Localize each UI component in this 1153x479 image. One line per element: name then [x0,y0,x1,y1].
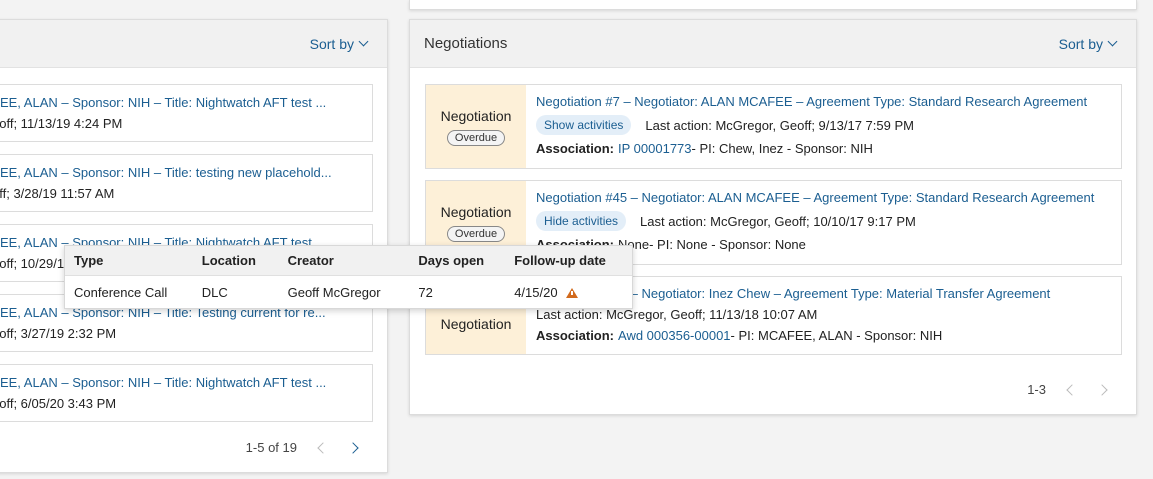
list-item[interactable]: FEE, ALAN – Sponsor: NIH – Title: Nightw… [0,364,373,422]
header-follow-up-date: Follow-up date [514,253,606,268]
status-badge: Overdue [446,225,506,242]
association-link[interactable]: IP 00001773 [618,141,692,156]
item-meta: off; 3/28/19 11:57 AM [0,186,115,201]
status-column: Negotiation Overdue [426,85,526,168]
negotiations-header: Negotiations Sort by [410,20,1136,68]
cell-creator: Geoff McGregor [287,285,381,300]
cell-days-open: 72 [418,285,433,300]
negotiation-card: Negotiation Overdue Negotiation #7 – Neg… [425,84,1122,169]
chevron-right-icon[interactable] [347,441,359,454]
card-body: Negotiation #7 – Negotiator: ALAN MCAFEE… [526,85,1121,168]
negotiations-panel: Negotiations Sort by Negotiation Overdue… [409,19,1137,415]
last-action: Last action: McGregor, Geoff; 9/13/17 7:… [645,117,914,133]
pagination-range: 1-5 of 19 [245,440,297,455]
activity-row: Last action: McGregor, Geoff; 11/13/18 1… [536,307,1111,322]
activity-row: Show activities Last action: McGregor, G… [536,115,1111,135]
association-details: - PI: MCAFEE, ALAN - Sponsor: NIH [730,328,943,343]
item-meta: eoff; 11/13/19 4:24 PM [0,116,123,131]
left-sort-by-button[interactable]: Sort by [309,35,369,52]
cell-type: Conference Call [74,285,168,300]
status-label: Negotiation [440,316,512,332]
chevron-right-icon[interactable] [1096,383,1108,396]
negotiation-title-link[interactable]: Negotiation #45 – Negotiator: ALAN MCAFE… [536,190,1111,205]
left-panel-header: Sort by [0,20,387,68]
status-label: Negotiation [440,107,512,124]
header-location: Location [201,253,256,268]
last-action: Last action: McGregor, Geoff; 10/10/17 9… [640,213,916,229]
chevron-down-icon [1107,36,1118,47]
negotiation-title-link[interactable]: Negotiation #7 – Negotiator: ALAN MCAFEE… [536,94,1111,109]
hide-activities-button[interactable]: Hide activities [536,211,627,231]
last-action: Last action: McGregor, Geoff; 11/13/18 1… [536,307,818,322]
item-title-link[interactable]: FEE, ALAN – Sponsor: NIH – Title: Nightw… [0,95,362,110]
left-pagination: 1-5 of 19 [245,440,359,455]
popup-table-header: Type Location Creator Days open Follow-u… [65,246,632,276]
association-label: Association: [536,328,615,343]
association-row: Association: Awd 000356-00001 - PI: MCAF… [536,328,1111,343]
chevron-down-icon [358,36,369,47]
activities-popup: Type Location Creator Days open Follow-u… [64,245,633,309]
activity-row: Hide activities Last action: McGregor, G… [536,211,1111,231]
follow-up-date-value: 4/15/20 [514,285,558,300]
list-item[interactable]: FEE, ALAN – Sponsor: NIH – Title: Nightw… [0,84,373,142]
sort-by-label: Sort by [309,35,354,52]
sort-by-label: Sort by [1058,35,1103,52]
item-title-link[interactable]: FEE, ALAN – Sponsor: NIH – Title: testin… [0,165,362,180]
association-details: - PI: Chew, Inez - Sponsor: NIH [691,141,873,156]
association-label: Association: [536,141,615,156]
table-row: Conference Call DLC Geoff McGregor 72 4/… [65,276,632,309]
chevron-left-icon[interactable] [1066,383,1078,396]
list-item[interactable]: FEE, ALAN – Sponsor: NIH – Title: testin… [0,154,373,212]
pagination-range: 1-3 [1027,382,1046,397]
header-type: Type [74,253,104,268]
status-badge: Overdue [446,129,506,146]
association-link[interactable]: Awd 000356-00001 [618,328,731,343]
item-meta: eoff; 3/27/19 2:32 PM [0,326,117,341]
header-days-open: Days open [418,253,485,268]
upper-panel-edge [409,0,1137,10]
status-label: Negotiation [440,203,512,220]
header-creator: Creator [287,253,334,268]
cell-location: DLC [201,285,228,300]
panel-title: Negotiations [424,35,508,52]
right-pagination: 1-3 [1027,382,1108,397]
cell-follow-up-date: 4/15/20 [514,285,632,300]
item-meta: eoff; 6/05/20 3:43 PM [0,396,117,411]
chevron-left-icon[interactable] [317,441,329,454]
association-row: Association: IP 00001773 - PI: Chew, Ine… [536,141,1111,156]
association-details: - PI: None - Sponsor: None [649,237,806,252]
warning-icon [565,287,578,298]
right-sort-by-button[interactable]: Sort by [1058,35,1118,52]
show-activities-button[interactable]: Show activities [536,115,632,135]
item-title-link[interactable]: FEE, ALAN – Sponsor: NIH – Title: Nightw… [0,375,362,390]
